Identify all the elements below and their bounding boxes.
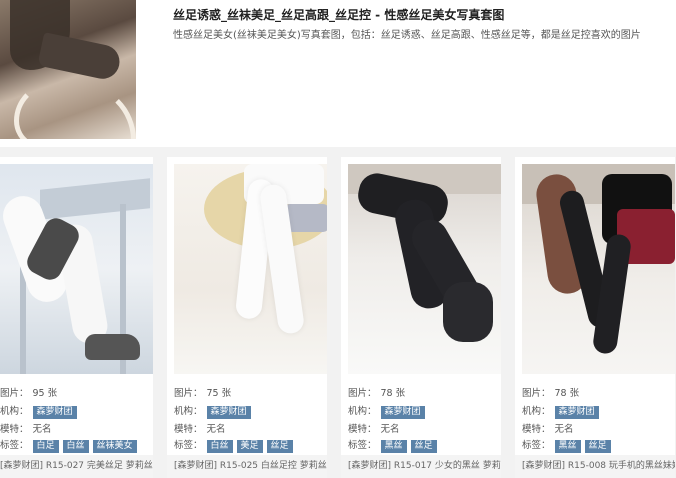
featured-title[interactable]: 丝足诱惑_丝袜美足_丝足高跟_丝足控 - 性感丝足美女写真套图 — [173, 6, 504, 23]
meta-org: 机构： 森萝财团 — [174, 403, 251, 419]
album-card[interactable]: 图片： 78 张 机构： 森萝财团 模特： 无名 标签： 黑丝 丝足 [森萝财团] R15… — [341, 157, 501, 478]
meta-tags: 标签： 白丝 美足 丝足 — [174, 437, 293, 453]
tag[interactable]: 白足 — [32, 440, 59, 453]
image-figure — [37, 32, 123, 82]
meta-org: 机构： 森萝财团 — [0, 403, 77, 419]
album-card[interactable]: 图片： 75 张 机构： 森萝财团 模特： 无名 标签： 白丝 美足 丝足 [森萝财团] R… — [167, 157, 327, 478]
featured-description: 性感丝足美女(丝袜美足美女)写真套图，包括：丝足诱惑、丝足高跟、性感丝足等，都是… — [173, 30, 641, 41]
org-tag[interactable]: 森萝财团 — [380, 406, 425, 419]
featured-image[interactable] — [0, 0, 136, 139]
album-caption[interactable]: [森萝财团] R15-027 完美丝足 萝莉丝 — [0, 455, 153, 478]
meta-org: 机构： 森萝财团 — [348, 403, 425, 419]
meta-count: 图片： 75 张 — [174, 388, 232, 399]
org-tag[interactable]: 森萝财团 — [32, 406, 77, 419]
meta-tags: 标签： 黑丝 丝足 — [348, 437, 437, 453]
meta-model: 模特： 无名 — [174, 424, 226, 435]
album-thumbnail[interactable] — [348, 164, 501, 374]
meta-count: 图片： 95 张 — [0, 388, 58, 399]
tag[interactable]: 丝足 — [266, 440, 293, 453]
tag[interactable]: 白丝 — [62, 440, 89, 453]
org-tag[interactable]: 森萝财团 — [206, 406, 251, 419]
album-card[interactable]: 图片： 78 张 机构： 森萝财团 模特： 无名 标签： 黑丝 丝足 [森萝财团] R15… — [515, 157, 675, 478]
tag[interactable]: 丝足 — [410, 440, 437, 453]
album-card[interactable]: 图片： 95 张 机构： 森萝财团 模特： 无名 标签： 白足 白丝 丝袜美女 [森萝财团]… — [0, 157, 153, 478]
tag[interactable]: 美足 — [236, 440, 263, 453]
album-caption[interactable]: [森萝财团] R15-017 少女的黑丝 萝莉 — [341, 455, 501, 478]
tag[interactable]: 黑丝 — [554, 440, 581, 453]
album-thumbnail[interactable] — [522, 164, 675, 374]
tag[interactable]: 白丝 — [206, 440, 233, 453]
meta-tags: 标签： 白足 白丝 丝袜美女 — [0, 437, 137, 453]
album-caption[interactable]: [森萝财团] R15-008 玩手机的黑丝妹妹 — [515, 455, 675, 478]
album-thumbnail[interactable] — [0, 164, 153, 374]
org-tag[interactable]: 森萝财团 — [554, 406, 599, 419]
meta-model: 模特： 无名 — [0, 424, 52, 435]
tag[interactable]: 丝袜美女 — [92, 440, 137, 453]
meta-count: 图片： 78 张 — [522, 388, 580, 399]
featured-section: 丝足诱惑_丝袜美足_丝足高跟_丝足控 - 性感丝足美女写真套图 性感丝足美女(丝… — [0, 0, 676, 147]
meta-model: 模特： 无名 — [522, 424, 574, 435]
meta-count: 图片： 78 张 — [348, 388, 406, 399]
meta-model: 模特： 无名 — [348, 424, 400, 435]
album-thumbnail[interactable] — [174, 164, 327, 374]
image-figure — [14, 82, 136, 139]
meta-org: 机构： 森萝财团 — [522, 403, 599, 419]
tag[interactable]: 黑丝 — [380, 440, 407, 453]
tag[interactable]: 丝足 — [584, 440, 611, 453]
album-caption[interactable]: [森萝财团] R15-025 白丝足控 萝莉丝 — [167, 455, 327, 478]
meta-tags: 标签： 黑丝 丝足 — [522, 437, 611, 453]
